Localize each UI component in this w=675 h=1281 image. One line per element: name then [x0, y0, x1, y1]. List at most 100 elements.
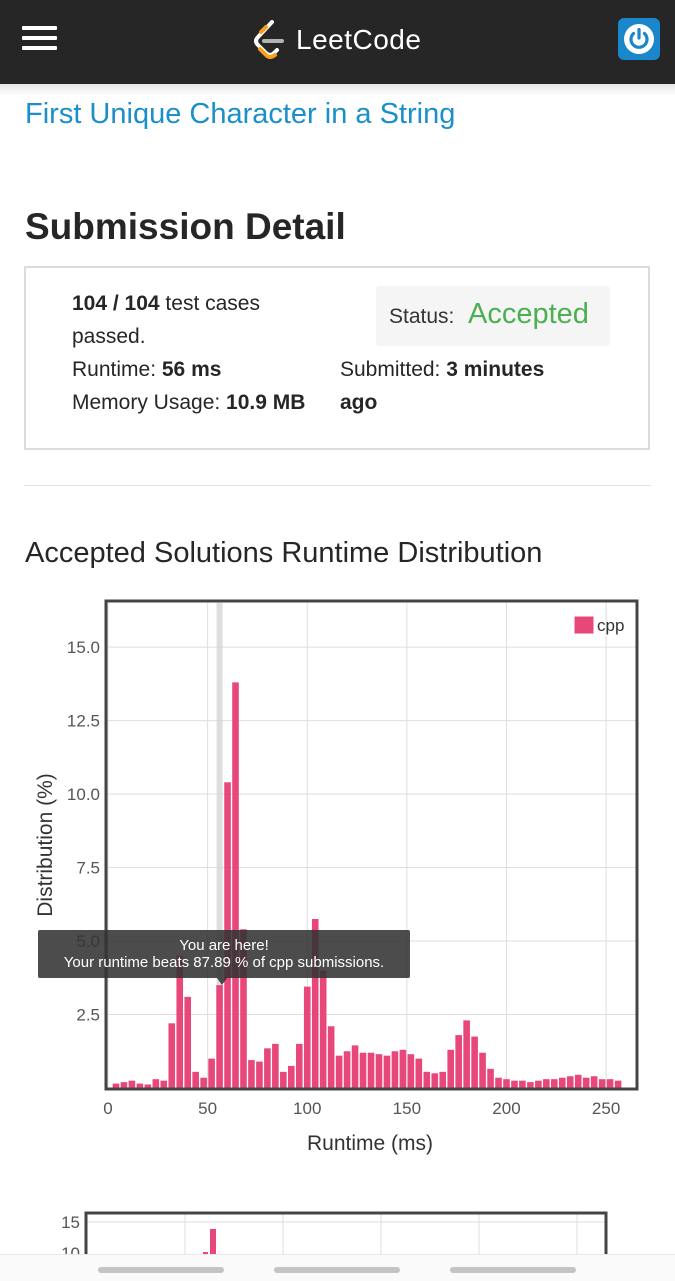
problem-title-link[interactable]: First Unique Character in a String [25, 98, 455, 131]
secondary-gridlines [86, 1213, 606, 1255]
runtime-tooltip: You are here! Your runtime beats 87.89 %… [38, 930, 410, 985]
header-shadow [0, 84, 675, 96]
bar-256ms[interactable] [614, 1080, 622, 1088]
bar-76ms[interactable] [256, 1061, 263, 1088]
bar-100ms[interactable] [303, 986, 311, 1088]
x-tick-label: 200 [492, 1099, 520, 1118]
bar-92ms[interactable] [288, 1065, 295, 1088]
section-divider [24, 485, 651, 486]
runtime-label: Runtime: [72, 358, 162, 381]
runtime-line: Runtime: 56 ms [72, 358, 221, 382]
chart-bars[interactable] [112, 682, 622, 1088]
bar-164ms[interactable] [431, 1073, 439, 1088]
bar-136ms[interactable] [375, 1054, 383, 1088]
bar-148ms[interactable] [399, 1049, 407, 1088]
bar-192ms[interactable] [487, 1068, 494, 1088]
test-cases-passed: passed. [72, 325, 146, 348]
bar-160ms[interactable] [423, 1071, 431, 1088]
bar-140ms[interactable] [383, 1055, 391, 1088]
memory-line: Memory Usage: 10.9 MB [72, 391, 305, 415]
bar-112ms[interactable] [327, 1026, 335, 1088]
bar-20ms[interactable] [144, 1084, 152, 1088]
power-icon [624, 24, 654, 54]
bar-208ms[interactable] [519, 1080, 526, 1088]
bar-8ms[interactable] [120, 1082, 128, 1088]
brand[interactable]: LeetCode [252, 18, 421, 62]
bar-212ms[interactable] [527, 1082, 534, 1088]
bar-244ms[interactable] [590, 1076, 598, 1088]
secondary-bar [210, 1229, 216, 1255]
y-tick-label: 12.5 [67, 712, 100, 731]
power-button[interactable] [618, 18, 660, 60]
submission-detail-heading: Submission Detail [25, 206, 346, 247]
bar-72ms[interactable] [248, 1060, 255, 1088]
bar-132ms[interactable] [367, 1052, 375, 1088]
status-value[interactable]: Accepted [468, 298, 589, 331]
bar-228ms[interactable] [558, 1077, 566, 1088]
x-tick-label: 50 [198, 1099, 217, 1118]
bar-220ms[interactable] [543, 1079, 550, 1088]
bar-236ms[interactable] [574, 1074, 582, 1088]
bar-24ms[interactable] [152, 1079, 160, 1088]
bar-124ms[interactable] [351, 1045, 359, 1088]
bar-200ms[interactable] [503, 1079, 510, 1088]
submitted-ago: ago [340, 391, 377, 415]
memory-distribution-chart[interactable]: 15 10 [0, 1205, 675, 1255]
bar-144ms[interactable] [391, 1051, 399, 1088]
bar-156ms[interactable] [415, 1058, 423, 1088]
x-axis-label: Runtime (ms) [307, 1132, 433, 1155]
runtime-distribution-chart[interactable]: 2.55.07.510.012.515.0 050100150200250 Ru… [0, 595, 675, 1165]
chart-legend[interactable]: cpp [573, 615, 624, 635]
submitted-value-2: ago [340, 391, 378, 414]
bar-232ms[interactable] [566, 1076, 574, 1088]
bar-16ms[interactable] [136, 1083, 144, 1088]
runtime-value: 56 ms [161, 358, 222, 381]
bar-88ms[interactable] [280, 1071, 287, 1088]
bar-84ms[interactable] [272, 1043, 279, 1088]
bar-120ms[interactable] [343, 1051, 351, 1088]
bar-80ms[interactable] [264, 1048, 271, 1088]
bar-52ms[interactable] [208, 1058, 215, 1088]
legend-swatch [573, 615, 595, 635]
bar-188ms[interactable] [479, 1052, 486, 1088]
bar-116ms[interactable] [335, 1055, 343, 1088]
bar-168ms[interactable] [439, 1071, 447, 1088]
bar-172ms[interactable] [447, 1049, 455, 1088]
bar-48ms[interactable] [200, 1077, 207, 1088]
bar-152ms[interactable] [407, 1054, 415, 1088]
y-tick-label: 7.5 [76, 859, 100, 878]
menu-icon[interactable] [22, 26, 58, 52]
nav-recents-handle[interactable] [450, 1267, 576, 1273]
bar-128ms[interactable] [359, 1052, 367, 1088]
bar-252ms[interactable] [606, 1079, 614, 1088]
bar-32ms[interactable] [168, 1023, 176, 1088]
bar-28ms[interactable] [160, 1080, 168, 1088]
x-tick-label: 250 [592, 1099, 620, 1118]
legend-label: cpp [597, 616, 624, 635]
bar-12ms[interactable] [128, 1080, 136, 1088]
bar-248ms[interactable] [598, 1079, 606, 1088]
tooltip-line-1: You are here! [179, 937, 269, 954]
y-axis-label: Distribution (%) [34, 773, 57, 917]
bar-184ms[interactable] [471, 1036, 478, 1088]
nav-home-handle[interactable] [274, 1267, 400, 1273]
bar-4ms[interactable] [112, 1083, 120, 1088]
submitted-value: 3 minutes [446, 358, 545, 381]
bar-216ms[interactable] [535, 1080, 542, 1088]
bar-224ms[interactable] [551, 1079, 558, 1088]
bar-196ms[interactable] [495, 1077, 502, 1088]
bar-96ms[interactable] [295, 1043, 303, 1088]
nav-back-handle[interactable] [98, 1267, 224, 1273]
bar-176ms[interactable] [455, 1035, 462, 1088]
bar-240ms[interactable] [582, 1077, 590, 1088]
submitted-label: Submitted: [340, 358, 447, 381]
bar-56ms[interactable] [216, 985, 223, 1088]
bar-108ms[interactable] [319, 970, 327, 1088]
bar-64ms[interactable] [232, 682, 239, 1088]
distribution-heading: Accepted Solutions Runtime Distribution [25, 537, 543, 569]
bar-44ms[interactable] [192, 1071, 199, 1088]
bar-40ms[interactable] [184, 996, 191, 1088]
secondary-plot-frame [84, 1211, 608, 1255]
bar-180ms[interactable] [463, 1020, 470, 1088]
bar-204ms[interactable] [511, 1080, 518, 1088]
